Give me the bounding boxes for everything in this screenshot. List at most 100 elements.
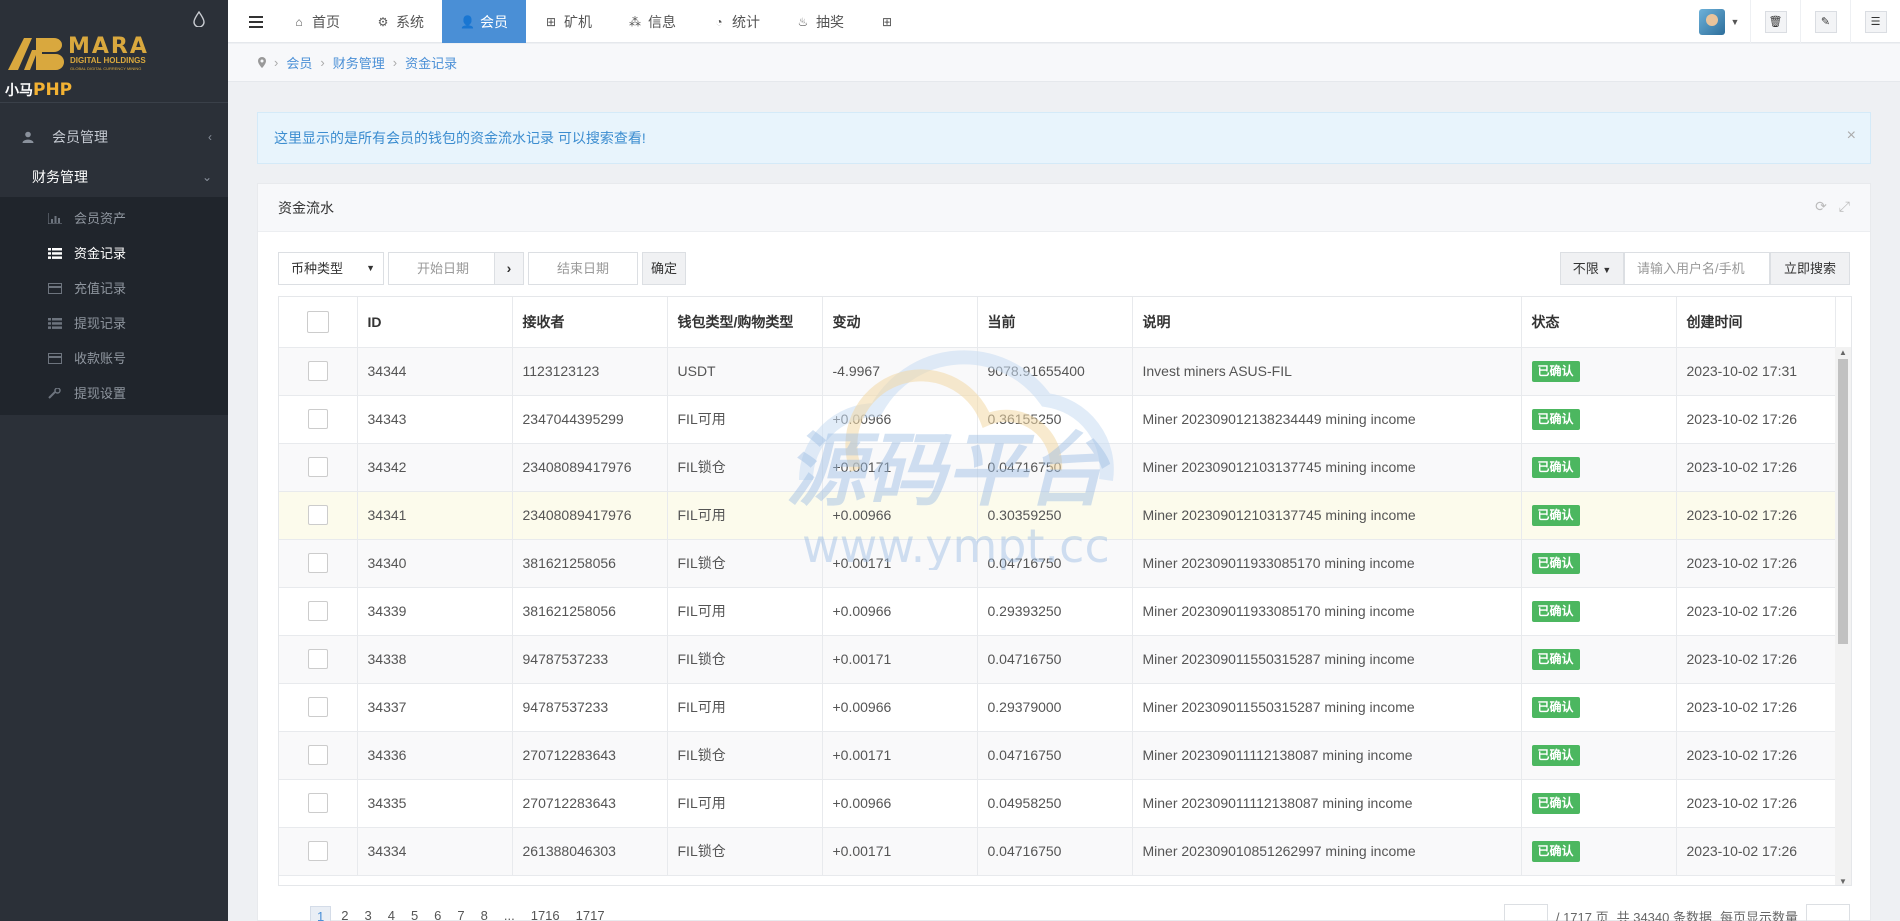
- sidebar-subitem-member-assets[interactable]: 会员资产: [0, 201, 228, 236]
- table-row[interactable]: 34340 381621258056 FIL锁仓 +0.00171 0.04716750…: [279, 539, 1836, 588]
- breadcrumb-fund-records[interactable]: 资金记录: [405, 53, 457, 72]
- row-checkbox[interactable]: [307, 601, 328, 621]
- page-link[interactable]: 5: [405, 906, 424, 921]
- row-checkbox[interactable]: [307, 745, 328, 765]
- settings-menu-button[interactable]: ☰: [1850, 0, 1900, 43]
- cell-current: 0.04716750: [977, 539, 1133, 588]
- page-link[interactable]: 1716: [525, 906, 566, 921]
- table-scrollbar[interactable]: ▲ ▼: [1835, 347, 1851, 885]
- row-checkbox[interactable]: [307, 505, 328, 525]
- scope-select[interactable]: 不限 ▼: [1560, 252, 1624, 285]
- sidebar-subitem-recharge-records[interactable]: 充值记录: [0, 271, 228, 306]
- search-input[interactable]: 请输入用户名/手机: [1624, 252, 1770, 285]
- tab-label: 抽奖: [816, 13, 844, 30]
- chevron-left-icon: ‹: [208, 130, 212, 144]
- refresh-icon[interactable]: ⟳: [1815, 198, 1827, 215]
- column-header-change[interactable]: 变动: [822, 297, 978, 348]
- table-row[interactable]: 34341 23408089417976 FIL可用 +0.00966 0.303592…: [279, 491, 1836, 540]
- column-header-status[interactable]: 状态: [1521, 297, 1677, 348]
- cell-change: -4.9967: [822, 347, 978, 396]
- column-header-receiver[interactable]: 接收者: [512, 297, 668, 348]
- scrollbar-thumb[interactable]: [1838, 359, 1848, 644]
- row-select-cell: [279, 635, 358, 684]
- scroll-up-icon[interactable]: ▲: [1839, 348, 1847, 357]
- table-row[interactable]: 34338 94787537233 FIL锁仓 +0.00171 0.04716750 M…: [279, 635, 1836, 684]
- menu-toggle-button[interactable]: [238, 0, 274, 43]
- table-row[interactable]: 34344 1123123123 USDT -4.9967 9078.91655400 I…: [279, 347, 1836, 396]
- select-all-checkbox[interactable]: [306, 310, 329, 333]
- table-row[interactable]: 34339 381621258056 FIL可用 +0.00966 0.29393250…: [279, 587, 1836, 636]
- column-header-wallet-type[interactable]: 钱包类型/购物类型: [667, 297, 823, 348]
- column-header-current[interactable]: 当前: [977, 297, 1133, 348]
- table-row[interactable]: 34343 2347044395299 FIL可用 +0.00966 0.3615525…: [279, 395, 1836, 444]
- tab-stats[interactable]: ◔ 统计: [694, 0, 778, 43]
- finance-submenu: 会员资产 资金记录 充值记录 提现记录 收款账号 提现设置: [0, 197, 228, 415]
- page-link[interactable]: 3: [358, 906, 377, 921]
- cell-id: 34338: [357, 635, 513, 684]
- page-link[interactable]: 7: [451, 906, 470, 921]
- row-checkbox[interactable]: [307, 457, 328, 477]
- currency-type-select[interactable]: 币种类型 ▼: [278, 252, 384, 285]
- table-row[interactable]: 34337 94787537233 FIL可用 +0.00966 0.29379000 M…: [279, 683, 1836, 732]
- start-date-input[interactable]: 开始日期: [388, 252, 498, 285]
- tab-info[interactable]: ⁂ 信息: [610, 0, 694, 43]
- search-button[interactable]: 立即搜索: [1770, 252, 1850, 285]
- breadcrumb-finance[interactable]: 财务管理: [333, 53, 385, 72]
- cell-current: 0.04716750: [977, 635, 1133, 684]
- cell-current: 9078.91655400: [977, 347, 1133, 396]
- drop-icon[interactable]: [193, 11, 205, 27]
- tab-home[interactable]: ⌂ 首页: [274, 0, 358, 43]
- table-row[interactable]: 34342 23408089417976 FIL锁仓 +0.00171 0.047167…: [279, 443, 1836, 492]
- page-link[interactable]: 1: [310, 906, 332, 921]
- tab-more-apps[interactable]: ⊞: [862, 0, 918, 43]
- close-icon[interactable]: ×: [1847, 127, 1856, 145]
- sidebar-subitem-fund-records[interactable]: 资金记录: [0, 236, 228, 271]
- page-link[interactable]: 8: [475, 906, 494, 921]
- page-link[interactable]: 6: [428, 906, 447, 921]
- row-checkbox[interactable]: [307, 409, 328, 429]
- sidebar-subitem-payment-accounts[interactable]: 收款账号: [0, 341, 228, 376]
- cell-status: 已确认: [1521, 491, 1677, 540]
- row-checkbox[interactable]: [307, 841, 328, 861]
- user-menu-button[interactable]: ▼: [1688, 0, 1750, 43]
- cell-receiver: 270712283643: [512, 731, 668, 780]
- fullscreen-icon[interactable]: ⤢: [1839, 198, 1850, 215]
- page-jump-input[interactable]: [1503, 904, 1548, 921]
- page-link[interactable]: ...: [498, 906, 521, 921]
- tab-miner[interactable]: ⊞ 矿机: [526, 0, 610, 43]
- sidebar-item-finance-management[interactable]: 财务管理 ⌄: [0, 157, 228, 197]
- edit-button[interactable]: ✎: [1800, 0, 1850, 43]
- total-pages: / 1717 页: [1555, 909, 1609, 921]
- row-checkbox[interactable]: [307, 697, 328, 717]
- trash-icon: 🗑: [1764, 10, 1787, 33]
- page-link[interactable]: 1717: [570, 906, 611, 921]
- sidebar-subitem-withdraw-records[interactable]: 提现记录: [0, 306, 228, 341]
- table-row[interactable]: 34334 261388046303 FIL锁仓 +0.00171 0.04716750…: [279, 827, 1836, 876]
- scroll-down-icon[interactable]: ▼: [1839, 877, 1847, 885]
- table-row[interactable]: 34336 270712283643 FIL锁仓 +0.00171 0.04716750…: [279, 731, 1836, 780]
- pagination: 1 2 3 4 5 6 7 8... 1716 1717: [310, 906, 611, 921]
- column-header-description[interactable]: 说明: [1132, 297, 1522, 348]
- confirm-button[interactable]: 确定: [642, 252, 686, 285]
- row-checkbox[interactable]: [307, 553, 328, 573]
- cell-description: Miner 202309011112138087 mining income: [1132, 779, 1522, 828]
- column-header-id[interactable]: ID: [357, 297, 513, 348]
- sidebar-subitem-withdraw-settings[interactable]: 提现设置: [0, 376, 228, 411]
- row-checkbox[interactable]: [307, 361, 328, 381]
- breadcrumb-member[interactable]: 会员: [286, 53, 312, 72]
- sidebar-item-member-management[interactable]: 会员管理 ‹: [0, 117, 228, 157]
- tab-member[interactable]: 👤 会员: [442, 0, 526, 43]
- row-checkbox[interactable]: [307, 793, 328, 813]
- row-checkbox[interactable]: [307, 649, 328, 669]
- page-link[interactable]: 2: [335, 906, 354, 921]
- end-date-input[interactable]: 结束日期: [528, 252, 638, 285]
- tab-system[interactable]: ⚙ 系统: [358, 0, 442, 43]
- cell-description: Miner 202309011112138087 mining income: [1132, 731, 1522, 780]
- clear-cache-button[interactable]: 🗑: [1750, 0, 1800, 43]
- column-header-created-at[interactable]: 创建时间: [1676, 297, 1836, 348]
- per-page-select[interactable]: [1806, 904, 1850, 921]
- table-row[interactable]: 34335 270712283643 FIL可用 +0.00966 0.04958250…: [279, 779, 1836, 828]
- tab-lottery[interactable]: ♨ 抽奖: [778, 0, 862, 43]
- page-link[interactable]: 4: [382, 906, 401, 921]
- cell-receiver: 381621258056: [512, 587, 668, 636]
